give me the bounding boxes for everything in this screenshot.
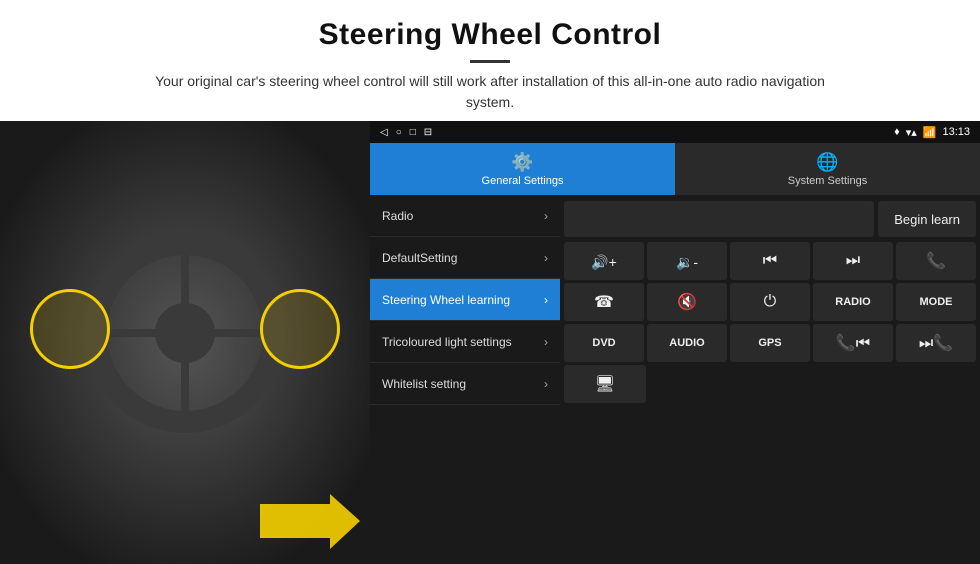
vol-up-button[interactable]: 🔊+ <box>564 242 644 280</box>
chevron-icon-sw: › <box>544 293 548 307</box>
steering-wheel-image <box>0 121 370 564</box>
radio-button[interactable]: RADIO <box>813 283 893 321</box>
top-tabs: ⚙️ General Settings 🌐 System Settings <box>370 143 980 195</box>
arrow-icon <box>260 494 360 549</box>
prev-icon: ⏮ <box>763 252 777 270</box>
vol-down-icon: 🔉- <box>673 247 701 275</box>
control-grid-row4: 🖥 <box>564 365 976 403</box>
gps-button[interactable]: GPS <box>730 324 810 362</box>
header: Steering Wheel Control Your original car… <box>0 0 980 121</box>
next-call-button[interactable]: ⏭📞 <box>896 324 976 362</box>
tab-system-label: System Settings <box>788 175 867 187</box>
menu-swlearning-label: Steering Wheel learning <box>382 293 510 307</box>
empty-space <box>649 365 976 403</box>
android-ui-panel: ◁ ○ □ ⊟ ♦ ▾▴ 📶 13:13 ⚙️ General Settings <box>370 121 980 564</box>
nav-square-icon[interactable]: □ <box>410 127 416 138</box>
svg-text:🔉-: 🔉- <box>676 254 698 271</box>
tab-system-settings[interactable]: 🌐 System Settings <box>675 143 980 195</box>
call-prev-icon: 📞⏮ <box>836 333 870 353</box>
screen-button[interactable]: 🖥 <box>564 365 646 403</box>
radio-row: Begin learn <box>564 199 976 239</box>
mode-label: MODE <box>920 296 953 308</box>
status-right: ♦ ▾▴ 📶 13:13 <box>894 126 970 139</box>
next-call-icon: ⏭📞 <box>919 333 953 353</box>
tab-general-label: General Settings <box>482 175 564 187</box>
sw-background <box>0 121 370 564</box>
menu-radio-label: Radio <box>382 209 413 223</box>
tab-general-settings[interactable]: ⚙️ General Settings <box>370 143 675 195</box>
general-settings-icon: ⚙️ <box>511 152 533 173</box>
mute-button[interactable]: 🔇 <box>647 283 727 321</box>
sw-hub <box>155 303 215 363</box>
power-button[interactable]: ⏻ <box>730 283 810 321</box>
svg-text:🔊+: 🔊+ <box>591 253 617 271</box>
menu-item-whitelist[interactable]: Whitelist setting › <box>370 363 560 405</box>
nav-menu-icon[interactable]: ⊟ <box>424 127 432 138</box>
nav-home-icon[interactable]: ○ <box>396 127 402 138</box>
nav-back-icon[interactable]: ◁ <box>380 127 388 138</box>
menu-item-radio[interactable]: Radio › <box>370 195 560 237</box>
audio-label: AUDIO <box>669 337 704 349</box>
sw-outer-ring <box>85 233 285 433</box>
time-display: 13:13 <box>942 126 970 138</box>
title-divider <box>470 60 510 63</box>
answer-button[interactable]: ☎ <box>564 283 644 321</box>
menu-item-tricoloured[interactable]: Tricoloured light settings › <box>370 321 560 363</box>
vol-down-button[interactable]: 🔉- <box>647 242 727 280</box>
audio-button[interactable]: AUDIO <box>647 324 727 362</box>
answer-icon: ☎ <box>594 292 614 312</box>
page: Steering Wheel Control Your original car… <box>0 0 980 564</box>
chevron-icon-white: › <box>544 377 548 391</box>
chevron-icon-tri: › <box>544 335 548 349</box>
menu-item-defaultsetting[interactable]: DefaultSetting › <box>370 237 560 279</box>
nav-buttons: ◁ ○ □ ⊟ <box>380 127 432 138</box>
right-controls: Begin learn 🔊+ 🔉- <box>560 195 980 564</box>
next-icon: ⏭ <box>846 252 860 270</box>
menu-defaultsetting-label: DefaultSetting <box>382 251 457 265</box>
left-menu: Radio › DefaultSetting › Steering Wheel … <box>370 195 560 564</box>
prev-button[interactable]: ⏮ <box>730 242 810 280</box>
chevron-icon-default: › <box>544 251 548 265</box>
menu-control-area: Radio › DefaultSetting › Steering Wheel … <box>370 195 980 564</box>
call-prev-button[interactable]: 📞⏮ <box>813 324 893 362</box>
header-description: Your original car's steering wheel contr… <box>140 71 840 113</box>
signal-icon: ▾▴ <box>906 126 917 139</box>
next-button[interactable]: ⏭ <box>813 242 893 280</box>
control-grid-row3: DVD AUDIO GPS 📞⏮ ⏭📞 <box>564 324 976 362</box>
radio-empty-area <box>564 201 874 237</box>
mode-button[interactable]: MODE <box>896 283 976 321</box>
control-grid-row2: ☎ 🔇 ⏻ RADIO MODE <box>564 283 976 321</box>
main-content: ◁ ○ □ ⊟ ♦ ▾▴ 📶 13:13 ⚙️ General Settings <box>0 121 980 564</box>
menu-tricoloured-label: Tricoloured light settings <box>382 335 512 349</box>
power-icon: ⏻ <box>764 293 777 311</box>
dvd-label: DVD <box>592 337 615 349</box>
vol-up-icon: 🔊+ <box>590 247 618 275</box>
status-bar: ◁ ○ □ ⊟ ♦ ▾▴ 📶 13:13 <box>370 121 980 143</box>
control-grid-row1: 🔊+ 🔉- ⏮ ⏭ <box>564 242 976 280</box>
location-icon: ♦ <box>894 126 900 138</box>
mute-icon: 🔇 <box>677 292 697 312</box>
screen-icon: 🖥 <box>595 374 615 394</box>
menu-item-swlearning[interactable]: Steering Wheel learning › <box>370 279 560 321</box>
gps-label: GPS <box>758 337 781 349</box>
page-title: Steering Wheel Control <box>60 18 920 52</box>
system-settings-icon: 🌐 <box>816 152 838 173</box>
chevron-icon-radio: › <box>544 209 548 223</box>
wifi-icon: 📶 <box>923 126 937 139</box>
call-button[interactable]: 📞 <box>896 242 976 280</box>
dvd-button[interactable]: DVD <box>564 324 644 362</box>
begin-learn-button[interactable]: Begin learn <box>878 201 976 237</box>
radio-label: RADIO <box>835 296 870 308</box>
circle-overlay-right <box>260 289 340 369</box>
menu-whitelist-label: Whitelist setting <box>382 377 466 391</box>
call-icon: 📞 <box>926 251 946 271</box>
circle-overlay-left <box>30 289 110 369</box>
